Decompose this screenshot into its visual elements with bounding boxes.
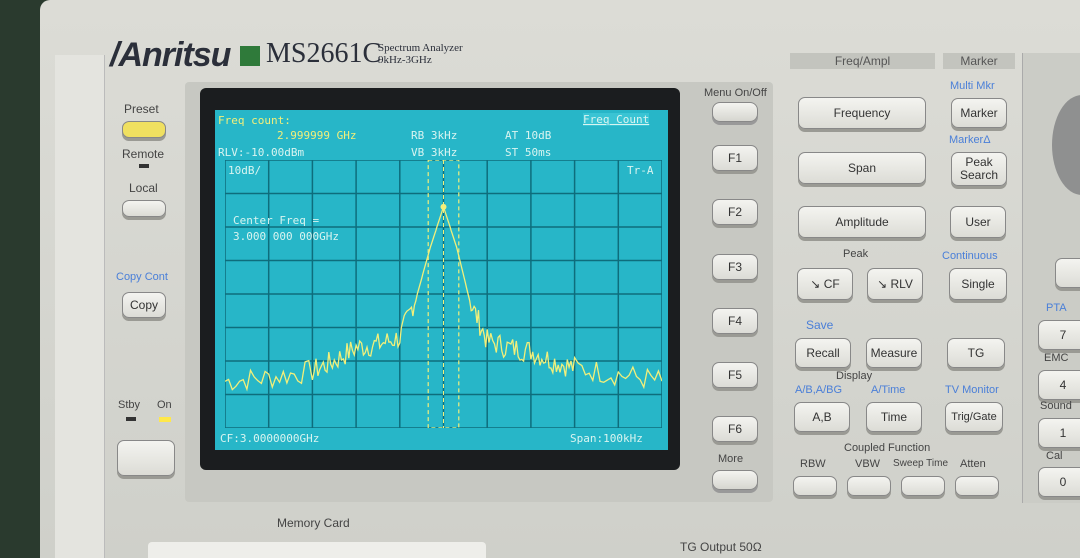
brand-logo: /Anritsu	[110, 36, 231, 74]
coupled-function-label: Coupled Function	[844, 442, 931, 454]
frequency-button[interactable]: Frequency	[798, 97, 926, 129]
peak-to-rlv-button[interactable]: ↘ RLV	[867, 268, 923, 300]
atten-label: Atten	[960, 458, 986, 470]
menu-button[interactable]	[712, 102, 758, 122]
local-button[interactable]	[122, 200, 166, 217]
peak-marker	[440, 203, 447, 210]
more-label: More	[718, 453, 744, 465]
a-time-label: A/Time	[871, 384, 906, 396]
copy-cont-label: Copy Cont	[116, 271, 168, 283]
sweep-time-label: Sweep Time	[893, 458, 949, 469]
measure-button[interactable]: Measure	[866, 338, 922, 368]
logo-text: Anritsu	[118, 36, 231, 74]
ref-level: RLV:-10.00dBm	[218, 146, 305, 159]
memory-card-label: Memory Card	[277, 516, 350, 530]
cf-readout: CF:3.0000000GHz	[220, 432, 320, 445]
sweep-time-button[interactable]	[901, 476, 945, 496]
preset-button[interactable]	[122, 121, 166, 138]
ab-abg-label: A/B,A/BG	[795, 384, 843, 396]
mode-label: Freq Count	[583, 113, 650, 126]
vbw-label: VBW	[855, 458, 881, 470]
rlv-label: RLV	[890, 276, 913, 291]
atten-readout: AT 10dB	[505, 129, 552, 142]
peak-to-cf-button[interactable]: ↘ CF	[797, 268, 853, 300]
ab-button[interactable]: A,B	[794, 402, 850, 432]
rbw-readout: RB 3kHz	[411, 129, 458, 142]
sweep-readout: ST 50ms	[505, 146, 552, 159]
preset-label: Preset	[124, 102, 159, 116]
center-freq-value: 3.000 000 000GHz	[233, 230, 339, 243]
trig-gate-button[interactable]: Trig/Gate	[945, 402, 1003, 432]
subtitle: Spectrum Analyzer	[378, 42, 463, 54]
atten-button[interactable]	[955, 476, 999, 496]
rbw-label: RBW	[800, 458, 826, 470]
cal-label: Cal	[1046, 450, 1063, 462]
arrow-icon: ↘	[810, 276, 824, 291]
vbw-button[interactable]	[847, 476, 891, 496]
vbw-readout: VB 3kHz	[411, 146, 458, 159]
center-freq-label: Center Freq =	[233, 214, 320, 227]
recall-button[interactable]: Recall	[795, 338, 851, 368]
key-4[interactable]: 4	[1038, 370, 1080, 400]
marker-button[interactable]: Marker	[951, 98, 1007, 128]
copy-button[interactable]: Copy	[122, 292, 166, 318]
user-button[interactable]: User	[950, 206, 1006, 238]
key-0[interactable]: 0	[1038, 467, 1080, 497]
amplitude-button[interactable]: Amplitude	[798, 206, 926, 238]
rbw-button[interactable]	[793, 476, 837, 496]
multi-mkr-label: Multi Mkr	[950, 80, 995, 92]
stby-label: Stby	[118, 399, 141, 411]
key-1[interactable]: 1	[1038, 418, 1080, 448]
time-button[interactable]: Time	[866, 402, 922, 432]
peak-search-button[interactable]: Peak Search	[951, 152, 1007, 186]
tv-monitor-label: TV Monitor	[945, 384, 999, 396]
tg-button[interactable]: TG	[947, 338, 1005, 368]
model-subtitle: Spectrum Analyzer 9kHz-3GHz	[378, 42, 463, 66]
local-label: Local	[129, 181, 158, 195]
freq-count-value: 2.999999 GHz	[277, 129, 357, 142]
step-key[interactable]	[1055, 258, 1080, 288]
freq-count-label: Freq count:	[218, 114, 291, 127]
arrow-icon: ↘	[877, 276, 891, 291]
marker-header: Marker	[943, 53, 1015, 69]
power-button[interactable]	[117, 440, 175, 476]
freq-ampl-header: Freq/Ampl	[790, 53, 935, 69]
freq-range: 9kHz-3GHz	[378, 54, 432, 66]
softkey-f1[interactable]: F1	[712, 145, 758, 171]
side-strip	[55, 55, 105, 558]
menu-label: Menu On/Off	[704, 87, 767, 99]
tg-output-label: TG Output 50Ω	[680, 540, 762, 554]
emc-label: EMC	[1044, 352, 1069, 364]
spectrum-plot	[225, 160, 662, 428]
softkey-f2[interactable]: F2	[712, 199, 758, 225]
display-label: Display	[836, 370, 873, 382]
scale-label: 10dB/	[228, 164, 262, 177]
more-button[interactable]	[712, 470, 758, 490]
remote-led	[139, 164, 149, 168]
continuous-label: Continuous	[942, 250, 998, 262]
softkey-f3[interactable]: F3	[712, 254, 758, 280]
key-7[interactable]: 7	[1038, 320, 1080, 350]
stby-led	[126, 417, 136, 421]
cf-label: CF	[823, 276, 840, 291]
softkey-f5[interactable]: F5	[712, 362, 758, 388]
single-button[interactable]: Single	[949, 268, 1007, 300]
model-name: MS2661C	[266, 38, 382, 69]
marker-delta-label: MarkerΔ	[949, 134, 991, 146]
display-screen: Freq count: 2.999999 GHz Freq Count RLV:…	[215, 110, 668, 450]
span-readout: Span:100kHz	[570, 432, 643, 445]
save-label: Save	[806, 318, 834, 332]
trace-label: Tr-A	[627, 164, 654, 177]
on-label: On	[157, 399, 172, 411]
pta-label: PTA	[1046, 302, 1067, 314]
softkey-f6[interactable]: F6	[712, 416, 758, 442]
remote-label: Remote	[122, 147, 165, 161]
on-led	[159, 417, 171, 422]
logo-square	[240, 46, 260, 66]
peak-label: Peak	[843, 248, 869, 260]
softkey-f4[interactable]: F4	[712, 308, 758, 334]
span-button[interactable]: Span	[798, 152, 926, 184]
memory-card-slot[interactable]	[148, 542, 486, 558]
sound-label: Sound	[1040, 400, 1072, 412]
